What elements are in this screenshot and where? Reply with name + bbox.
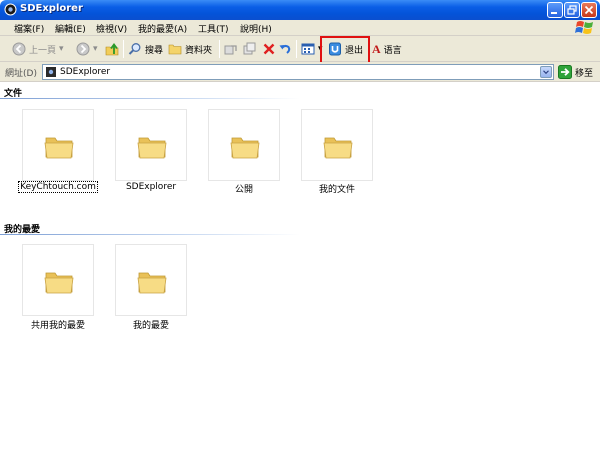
forward-arrow-icon bbox=[76, 42, 90, 56]
back-arrow-icon bbox=[12, 42, 26, 56]
back-label: 上一頁 bbox=[29, 45, 57, 56]
folder-label-keychtouch: KeyChtouch.com bbox=[18, 181, 98, 193]
back-dropdown-icon: ▾ bbox=[59, 44, 64, 54]
address-input[interactable]: SDExplorer bbox=[42, 64, 554, 80]
go-label: 移至 bbox=[575, 68, 594, 79]
toolbar-separator bbox=[123, 40, 124, 58]
toolbar-separator bbox=[296, 40, 297, 58]
folder-item-public[interactable] bbox=[208, 109, 280, 181]
close-icon bbox=[584, 5, 594, 15]
forward-button[interactable]: ▾ bbox=[76, 41, 98, 57]
folder-icon bbox=[137, 272, 167, 294]
address-dropdown-button[interactable] bbox=[540, 66, 552, 78]
menu-view[interactable]: 檢視(V) bbox=[96, 22, 127, 35]
folder-icon bbox=[44, 272, 74, 294]
restore-icon bbox=[567, 5, 577, 15]
forward-dropdown-icon: ▾ bbox=[93, 44, 98, 54]
search-button[interactable]: 搜尋 bbox=[128, 41, 163, 57]
folder-label-my-documents: 我的文件 bbox=[318, 185, 355, 195]
menu-file[interactable]: 檔案(F) bbox=[14, 22, 44, 35]
copy-to-icon bbox=[243, 42, 256, 55]
search-icon bbox=[128, 43, 141, 55]
folder-label-public: 公開 bbox=[234, 185, 253, 195]
move-to-icon bbox=[224, 45, 237, 55]
menu-help[interactable]: 說明(H) bbox=[240, 22, 272, 35]
address-bar: 網址(D) SDExplorer 移至 bbox=[0, 62, 600, 82]
minimize-icon bbox=[551, 12, 557, 14]
folder-label-shared-favorites: 共用我的最愛 bbox=[30, 321, 85, 331]
group-divider bbox=[0, 98, 300, 99]
address-app-icon bbox=[46, 67, 56, 77]
folder-item-keychtouch[interactable] bbox=[22, 109, 94, 181]
go-button[interactable]: 移至 bbox=[558, 65, 593, 79]
minimize-button[interactable] bbox=[547, 2, 563, 18]
content-pane: 文件 KeyChtouch.com SDExplorer 公開 我的文件 我的最… bbox=[0, 82, 600, 450]
folders-button[interactable]: 資料夾 bbox=[168, 41, 212, 57]
folder-item-my-favorites[interactable] bbox=[115, 244, 187, 316]
folder-icon bbox=[44, 137, 74, 159]
folder-item-my-documents[interactable] bbox=[301, 109, 373, 181]
menu-bar: 檔案(F) 編輯(E) 檢視(V) 我的最愛(A) 工具(T) 說明(H) bbox=[0, 20, 600, 36]
language-button[interactable]: A 语言 bbox=[372, 41, 402, 57]
close-button[interactable] bbox=[581, 2, 597, 18]
toolbar-separator bbox=[219, 40, 220, 58]
delete-icon bbox=[263, 43, 275, 55]
delete-button[interactable] bbox=[262, 41, 276, 57]
folder-icon bbox=[168, 44, 182, 55]
folder-label-my-favorites: 我的最愛 bbox=[132, 321, 169, 331]
windows-logo-icon bbox=[575, 21, 593, 34]
folder-item-sdexplorer[interactable] bbox=[115, 109, 187, 181]
menu-favorites[interactable]: 我的最愛(A) bbox=[138, 22, 187, 35]
up-folder-button[interactable] bbox=[105, 41, 119, 57]
chevron-down-icon bbox=[543, 70, 549, 75]
go-arrow-icon bbox=[558, 65, 572, 79]
folder-icon bbox=[323, 137, 353, 159]
maximize-button[interactable] bbox=[564, 2, 580, 18]
folder-icon bbox=[230, 137, 260, 159]
undo-icon bbox=[279, 44, 291, 54]
app-icon bbox=[4, 3, 17, 16]
toolbar: 上一頁 ▾ ▾ 搜尋 資料夾 ▾ 退出 A 语言 bbox=[0, 36, 600, 62]
address-label: 網址(D) bbox=[5, 69, 37, 79]
address-value: SDExplorer bbox=[60, 67, 111, 77]
title-bar: SDExplorer bbox=[0, 0, 600, 20]
search-label: 搜尋 bbox=[145, 45, 164, 56]
folder-label-sdexplorer: SDExplorer bbox=[125, 182, 177, 192]
up-folder-icon bbox=[105, 43, 119, 56]
menu-tools[interactable]: 工具(T) bbox=[198, 22, 229, 35]
views-grid-icon bbox=[301, 43, 315, 55]
language-label: 语言 bbox=[383, 45, 402, 56]
font-a-icon: A bbox=[372, 41, 381, 56]
undo-button[interactable] bbox=[278, 41, 292, 57]
copy-to-button[interactable] bbox=[243, 41, 257, 57]
group-divider bbox=[0, 234, 300, 235]
folder-item-shared-favorites[interactable] bbox=[22, 244, 94, 316]
folder-icon bbox=[137, 137, 167, 159]
back-button[interactable]: 上一頁 ▾ bbox=[12, 41, 64, 57]
folders-label: 資料夾 bbox=[185, 45, 213, 56]
move-to-button[interactable] bbox=[224, 41, 238, 57]
menu-edit[interactable]: 編輯(E) bbox=[55, 22, 86, 35]
window-title: SDExplorer bbox=[20, 3, 83, 14]
